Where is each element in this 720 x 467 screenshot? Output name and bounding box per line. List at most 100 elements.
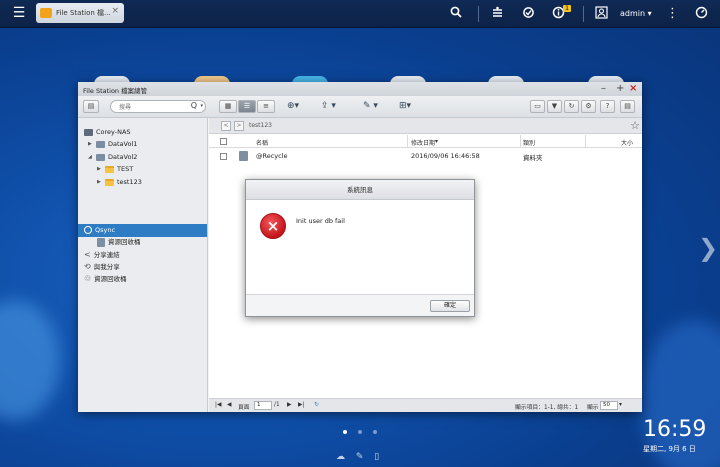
next-page-button[interactable]: ▶ <box>287 402 291 408</box>
dialog-title: 系統訊息 <box>246 180 474 200</box>
maximize-button[interactable]: + <box>616 83 624 95</box>
window-toolbar: ▤ Q ▾ ▦ ☰ ≡ ⊕▾ ⇪ ▾ ✎ ▾ ⊞▾ ▭ ▼ ↻ ⚙ ? ▤ <box>78 96 642 118</box>
refresh-icon[interactable]: ↻ <box>314 402 319 408</box>
search-icon[interactable]: Q <box>191 101 197 110</box>
chevron-right-icon[interactable]: ❯ <box>698 234 718 262</box>
system-message-dialog: 系統訊息 × Init user db fail 確定 <box>245 179 475 317</box>
filter-button[interactable]: ▼ <box>547 100 562 113</box>
page-total: /1 <box>274 402 280 408</box>
table-row[interactable]: @Recycle 2016/09/06 16:46:58 資料夾 <box>209 149 642 163</box>
column-size-header[interactable]: 大小 <box>621 138 633 147</box>
tree-item-datavol2[interactable]: ◢ DataVol2 <box>88 151 137 163</box>
user-menu[interactable]: admin ▾ <box>620 9 652 18</box>
thumbnail-view-button[interactable]: ▦ <box>219 100 237 113</box>
list-view-button[interactable]: ☰ <box>238 100 256 113</box>
prev-page-button[interactable]: ◀ <box>227 402 231 408</box>
per-page-select[interactable]: 50 <box>600 401 618 410</box>
book-icon[interactable]: ▯ <box>374 452 379 462</box>
close-button[interactable]: × <box>629 83 637 95</box>
tree-item-test123[interactable]: ▶ test123 <box>97 176 142 188</box>
chevron-right-icon[interactable]: ▶ <box>88 138 96 150</box>
app-tab-label: File Station 檔... <box>56 9 111 17</box>
app-tab-file-station[interactable]: File Station 檔... × <box>36 3 124 23</box>
window-titlebar[interactable]: File Station 檔案總管 – + × <box>78 82 642 96</box>
tree-item-qsync[interactable]: Qsync <box>84 224 115 236</box>
tree-item-label: DataVol2 <box>108 153 138 161</box>
upload-icon[interactable]: ⇪ ▾ <box>321 101 336 112</box>
forward-button[interactable]: > <box>234 121 244 131</box>
tasks-button[interactable]: ▤ <box>620 100 635 113</box>
page-dot[interactable] <box>358 430 362 434</box>
tree-item-share-links[interactable]: < 分享連結 <box>84 249 120 261</box>
gauge-icon[interactable] <box>693 6 709 22</box>
row-checkbox[interactable] <box>220 153 227 160</box>
settings-button[interactable]: ⚙ <box>581 100 596 113</box>
tree-item-datavol1[interactable]: ▶ DataVol1 <box>88 138 137 150</box>
page-dot-active[interactable] <box>343 430 347 434</box>
hamburger-icon[interactable]: ☰ <box>10 5 28 21</box>
tree-item-label: test123 <box>117 178 142 186</box>
tree-item-test[interactable]: ▶ TEST <box>97 163 133 175</box>
chevron-right-icon[interactable]: ▶ <box>97 176 105 188</box>
desktop-glow <box>0 300 60 420</box>
search-box[interactable]: Q ▾ <box>110 100 206 113</box>
chevron-down-icon[interactable]: ◢ <box>88 151 96 163</box>
file-name: @Recycle <box>256 152 288 160</box>
page-input[interactable]: 1 <box>254 401 272 410</box>
path-bar: < > test123 ☆ <box>209 118 642 134</box>
sort-desc-icon: ▾ <box>435 138 439 145</box>
sidebar-toggle-button[interactable]: ▤ <box>83 100 99 113</box>
current-path: test123 <box>249 122 272 129</box>
tools-icon[interactable]: ✎ ▾ <box>363 101 378 112</box>
recycle-bin-icon <box>97 237 105 247</box>
column-type-header[interactable]: 類別 <box>523 138 535 147</box>
recycle-folder-icon <box>239 151 248 161</box>
sync-icon[interactable] <box>520 6 536 22</box>
last-page-button[interactable]: ▶| <box>298 402 304 408</box>
tree-item-shared-with-me[interactable]: ⟲ 與我分享 <box>84 261 120 273</box>
tree-item-qsync-recycle[interactable]: 資源回收桶 <box>97 236 141 248</box>
create-icon[interactable]: ⊕▾ <box>287 101 299 112</box>
column-divider <box>585 135 586 148</box>
minimize-button[interactable]: – <box>601 83 606 95</box>
detail-view-button[interactable]: ≡ <box>257 100 275 113</box>
chevron-down-icon[interactable]: ▾ <box>619 402 622 408</box>
user-icon[interactable] <box>593 6 609 22</box>
column-modified-header[interactable]: 修改日期 <box>411 138 435 147</box>
refresh-button[interactable]: ↻ <box>564 100 579 113</box>
tree-item-label: 與我分享 <box>93 263 120 271</box>
table-header: 名稱 修改日期 ▾ 類別 大小 <box>209 135 642 148</box>
search-input[interactable] <box>119 103 179 111</box>
page-dot[interactable] <box>373 430 377 434</box>
tools-icon[interactable]: ✎ <box>356 452 364 462</box>
bottom-dock: ☁ ✎ ▯ <box>336 452 379 462</box>
folder-icon <box>105 165 114 173</box>
ok-button[interactable]: 確定 <box>430 300 470 312</box>
cloud-icon[interactable]: ☁ <box>336 452 345 462</box>
tree-item-label: DataVol1 <box>108 140 138 148</box>
select-all-checkbox[interactable] <box>220 138 227 145</box>
close-icon[interactable]: × <box>111 6 119 16</box>
shared-icon: ⟲ <box>84 262 91 271</box>
topbar-divider <box>478 6 479 22</box>
stack-icon[interactable] <box>489 6 505 22</box>
chevron-right-icon[interactable]: ▶ <box>97 163 105 175</box>
file-modified: 2016/09/06 16:46:58 <box>411 152 480 160</box>
tree-item-label: TEST <box>117 165 134 173</box>
help-button[interactable]: ? <box>600 100 615 113</box>
clock-time: 16:59 <box>643 417 707 442</box>
search-dropdown-icon[interactable]: ▾ <box>200 103 203 109</box>
tree-item-recycle-bin[interactable]: ♲ 資源回收桶 <box>84 273 127 285</box>
column-name-header[interactable]: 名稱 <box>256 138 268 147</box>
back-button[interactable]: < <box>221 121 231 131</box>
share-icon[interactable]: ⊞▾ <box>399 101 411 112</box>
star-icon[interactable]: ☆ <box>630 119 640 132</box>
tree-item-label: 資源回收桶 <box>108 238 141 246</box>
tree-item-corey-nas[interactable]: Corey-NAS <box>84 126 131 138</box>
first-page-button[interactable]: |◀ <box>215 402 221 408</box>
search-icon[interactable] <box>448 6 464 22</box>
vertical-dots-icon[interactable]: ⋮ <box>666 6 679 22</box>
network-button[interactable]: ▭ <box>530 100 545 113</box>
notification-badge: 1 <box>563 5 571 12</box>
column-divider <box>520 135 521 148</box>
